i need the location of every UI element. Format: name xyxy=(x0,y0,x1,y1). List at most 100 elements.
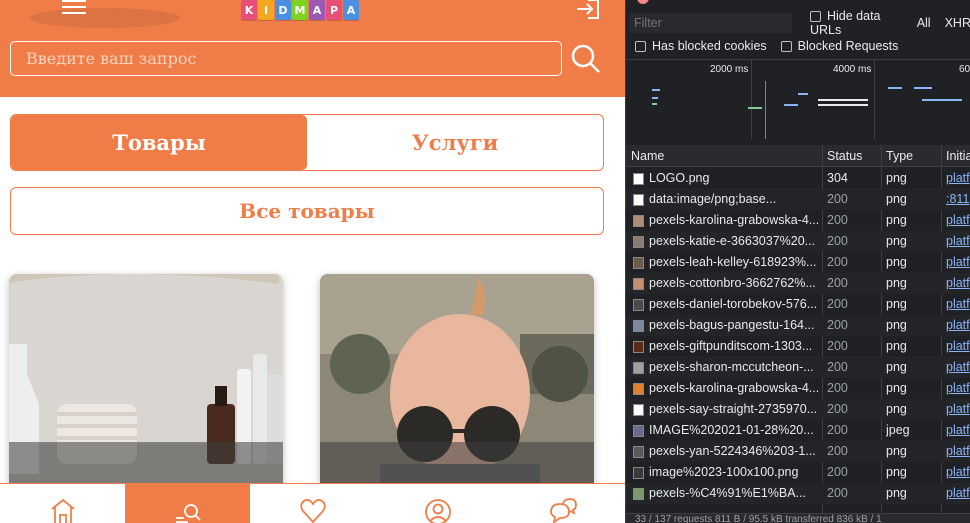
request-initiator-link[interactable]: platf xyxy=(946,255,970,269)
tab-services[interactable]: Услуги xyxy=(307,115,603,170)
file-thumbnail-icon xyxy=(633,341,644,353)
record-icon[interactable] xyxy=(637,0,649,4)
request-row[interactable]: pexels-karolina-grabowska-4... 200 png plat… xyxy=(626,378,970,399)
status-bar: 33 / 137 requests 811 B / 95.5 kB transf… xyxy=(626,513,970,523)
file-thumbnail-icon xyxy=(633,425,644,437)
request-status: 200 xyxy=(827,213,848,227)
request-row[interactable]: pexels-leah-kelley-618923%... 200 png platf xyxy=(626,252,970,273)
nav-catalog[interactable] xyxy=(125,484,250,523)
request-initiator-link[interactable]: platf xyxy=(946,213,970,227)
menu-icon[interactable] xyxy=(62,0,86,16)
request-row[interactable]: pexels-bagus-pangestu-164... 200 png platf xyxy=(626,315,970,336)
app-header: KIDMAPA xyxy=(0,0,625,97)
column-status[interactable]: Status xyxy=(827,149,862,163)
logo-letter: D xyxy=(275,0,291,20)
request-row[interactable]: pexels-sharon-mccutcheon-... 200 png platf xyxy=(626,357,970,378)
timeline-bar xyxy=(784,104,798,106)
request-row[interactable]: pexels-katie-e-3663037%20... 200 png platf xyxy=(626,231,970,252)
request-name: pexels-sharon-mccutcheon-... xyxy=(649,360,814,374)
request-type: jpeg xyxy=(886,423,910,437)
column-name[interactable]: Name xyxy=(631,149,664,163)
timeline-bar xyxy=(914,87,932,89)
all-goods-button[interactable]: Все товары xyxy=(10,187,604,235)
nav-favorites[interactable] xyxy=(250,484,375,523)
request-status: 200 xyxy=(827,255,848,269)
request-initiator-link[interactable]: platf xyxy=(946,171,970,185)
request-name: pexels-daniel-torobekov-576... xyxy=(649,297,818,311)
timeline-bar xyxy=(888,87,902,89)
request-type: png xyxy=(886,381,907,395)
request-type: png xyxy=(886,360,907,374)
request-row[interactable]: pexels-giftpunditscom-1303... 200 png platf xyxy=(626,336,970,357)
request-status: 200 xyxy=(827,423,848,437)
request-row[interactable]: pexels-say-straight-2735970... 200 png plat… xyxy=(626,399,970,420)
hide-data-urls-checkbox[interactable]: Hide data URLs xyxy=(810,9,908,37)
request-name: IMAGE%202021-01-28%20... xyxy=(649,423,814,437)
request-row[interactable]: IMAGE%202021-01-28%20... 200 jpeg platf xyxy=(626,420,970,441)
column-type[interactable]: Type xyxy=(886,149,913,163)
request-initiator-link[interactable]: platf xyxy=(946,486,970,500)
request-name: pexels-cottonbro-3662762%... xyxy=(649,276,816,290)
request-status: 200 xyxy=(827,192,848,206)
request-initiator-link[interactable]: platf xyxy=(946,297,970,311)
heart-icon xyxy=(299,499,326,523)
request-row[interactable]: pexels-cottonbro-3662762%... 200 png platf xyxy=(626,273,970,294)
request-initiator-link[interactable]: :811 xyxy=(946,192,970,206)
login-icon[interactable] xyxy=(574,0,602,20)
file-thumbnail-icon xyxy=(633,467,644,479)
has-blocked-cookies-checkbox[interactable]: Has blocked cookies xyxy=(635,39,767,53)
catalog-search-icon xyxy=(175,504,201,523)
request-initiator-link[interactable]: platf xyxy=(946,360,970,374)
request-name: image%2023-100x100.png xyxy=(649,465,799,479)
request-initiator-link[interactable]: platf xyxy=(946,234,970,248)
file-thumbnail-icon xyxy=(633,278,644,290)
request-initiator-link[interactable]: platf xyxy=(946,276,970,290)
request-initiator-link[interactable]: platf xyxy=(946,339,970,353)
request-initiator-link[interactable]: platf xyxy=(946,444,970,458)
timeline-bar xyxy=(818,104,868,106)
tab-goods[interactable]: Товары xyxy=(11,115,307,170)
requests-table-header: Name Status Type Initia xyxy=(626,145,970,167)
product-card[interactable] xyxy=(320,274,594,504)
request-initiator-link[interactable]: platf xyxy=(946,318,970,332)
request-row[interactable]: pexels-%C4%91%E1%BA... 200 png platf xyxy=(626,483,970,504)
request-type: png xyxy=(886,213,907,227)
search-field[interactable] xyxy=(10,41,562,76)
request-status: 200 xyxy=(827,381,848,395)
network-timeline-overview[interactable]: 2000 ms 4000 ms 60 xyxy=(626,59,970,139)
request-initiator-link[interactable]: platf xyxy=(946,402,970,416)
blocked-requests-checkbox[interactable]: Blocked Requests xyxy=(780,39,898,53)
request-row[interactable]: LOGO.png 304 png platf xyxy=(626,168,970,189)
filter-all[interactable]: All xyxy=(917,16,931,30)
filter-xhr[interactable]: XHR xyxy=(945,16,970,30)
search-input[interactable] xyxy=(11,42,561,75)
logo-letter: I xyxy=(258,0,274,20)
request-row[interactable]: image%2023-100x100.png 200 png platf xyxy=(626,462,970,483)
devtools-network-panel: Hide data URLs All XHR Has blocked cooki… xyxy=(625,0,970,523)
request-row[interactable]: pexels-karolina-grabowska-4... 200 png plat… xyxy=(626,210,970,231)
request-initiator-link[interactable]: platf xyxy=(946,465,970,479)
request-initiator-link[interactable]: platf xyxy=(946,423,970,437)
request-name: pexels-karolina-grabowska-4... xyxy=(649,381,820,395)
request-initiator-link[interactable]: platf xyxy=(946,381,970,395)
request-row[interactable]: pexels-yan-5224346%203-1... 200 png platf xyxy=(626,441,970,462)
filter-input[interactable] xyxy=(629,13,792,33)
request-status: 200 xyxy=(827,444,848,458)
product-card[interactable] xyxy=(9,274,283,504)
nav-chat[interactable] xyxy=(500,484,625,523)
timeline-label: 60 xyxy=(959,64,970,75)
search-icon[interactable] xyxy=(570,43,602,75)
file-thumbnail-icon xyxy=(633,320,644,332)
file-thumbnail-icon xyxy=(633,257,644,269)
timeline-marker xyxy=(765,81,766,139)
logo-letter: A xyxy=(309,0,325,20)
requests-table-body: LOGO.png 304 png platf data:image/png;base..… xyxy=(626,168,970,504)
column-initiator[interactable]: Initia xyxy=(946,149,970,163)
nav-profile[interactable] xyxy=(375,484,500,523)
kidmapa-logo[interactable]: KIDMAPA xyxy=(241,0,359,22)
request-row[interactable]: pexels-daniel-torobekov-576... 200 png plat… xyxy=(626,294,970,315)
nav-home[interactable] xyxy=(0,484,125,523)
devtools-toolbar xyxy=(626,0,970,6)
request-row[interactable]: data:image/png;base... 200 png:811 xyxy=(626,189,970,210)
request-type: png xyxy=(886,402,907,416)
